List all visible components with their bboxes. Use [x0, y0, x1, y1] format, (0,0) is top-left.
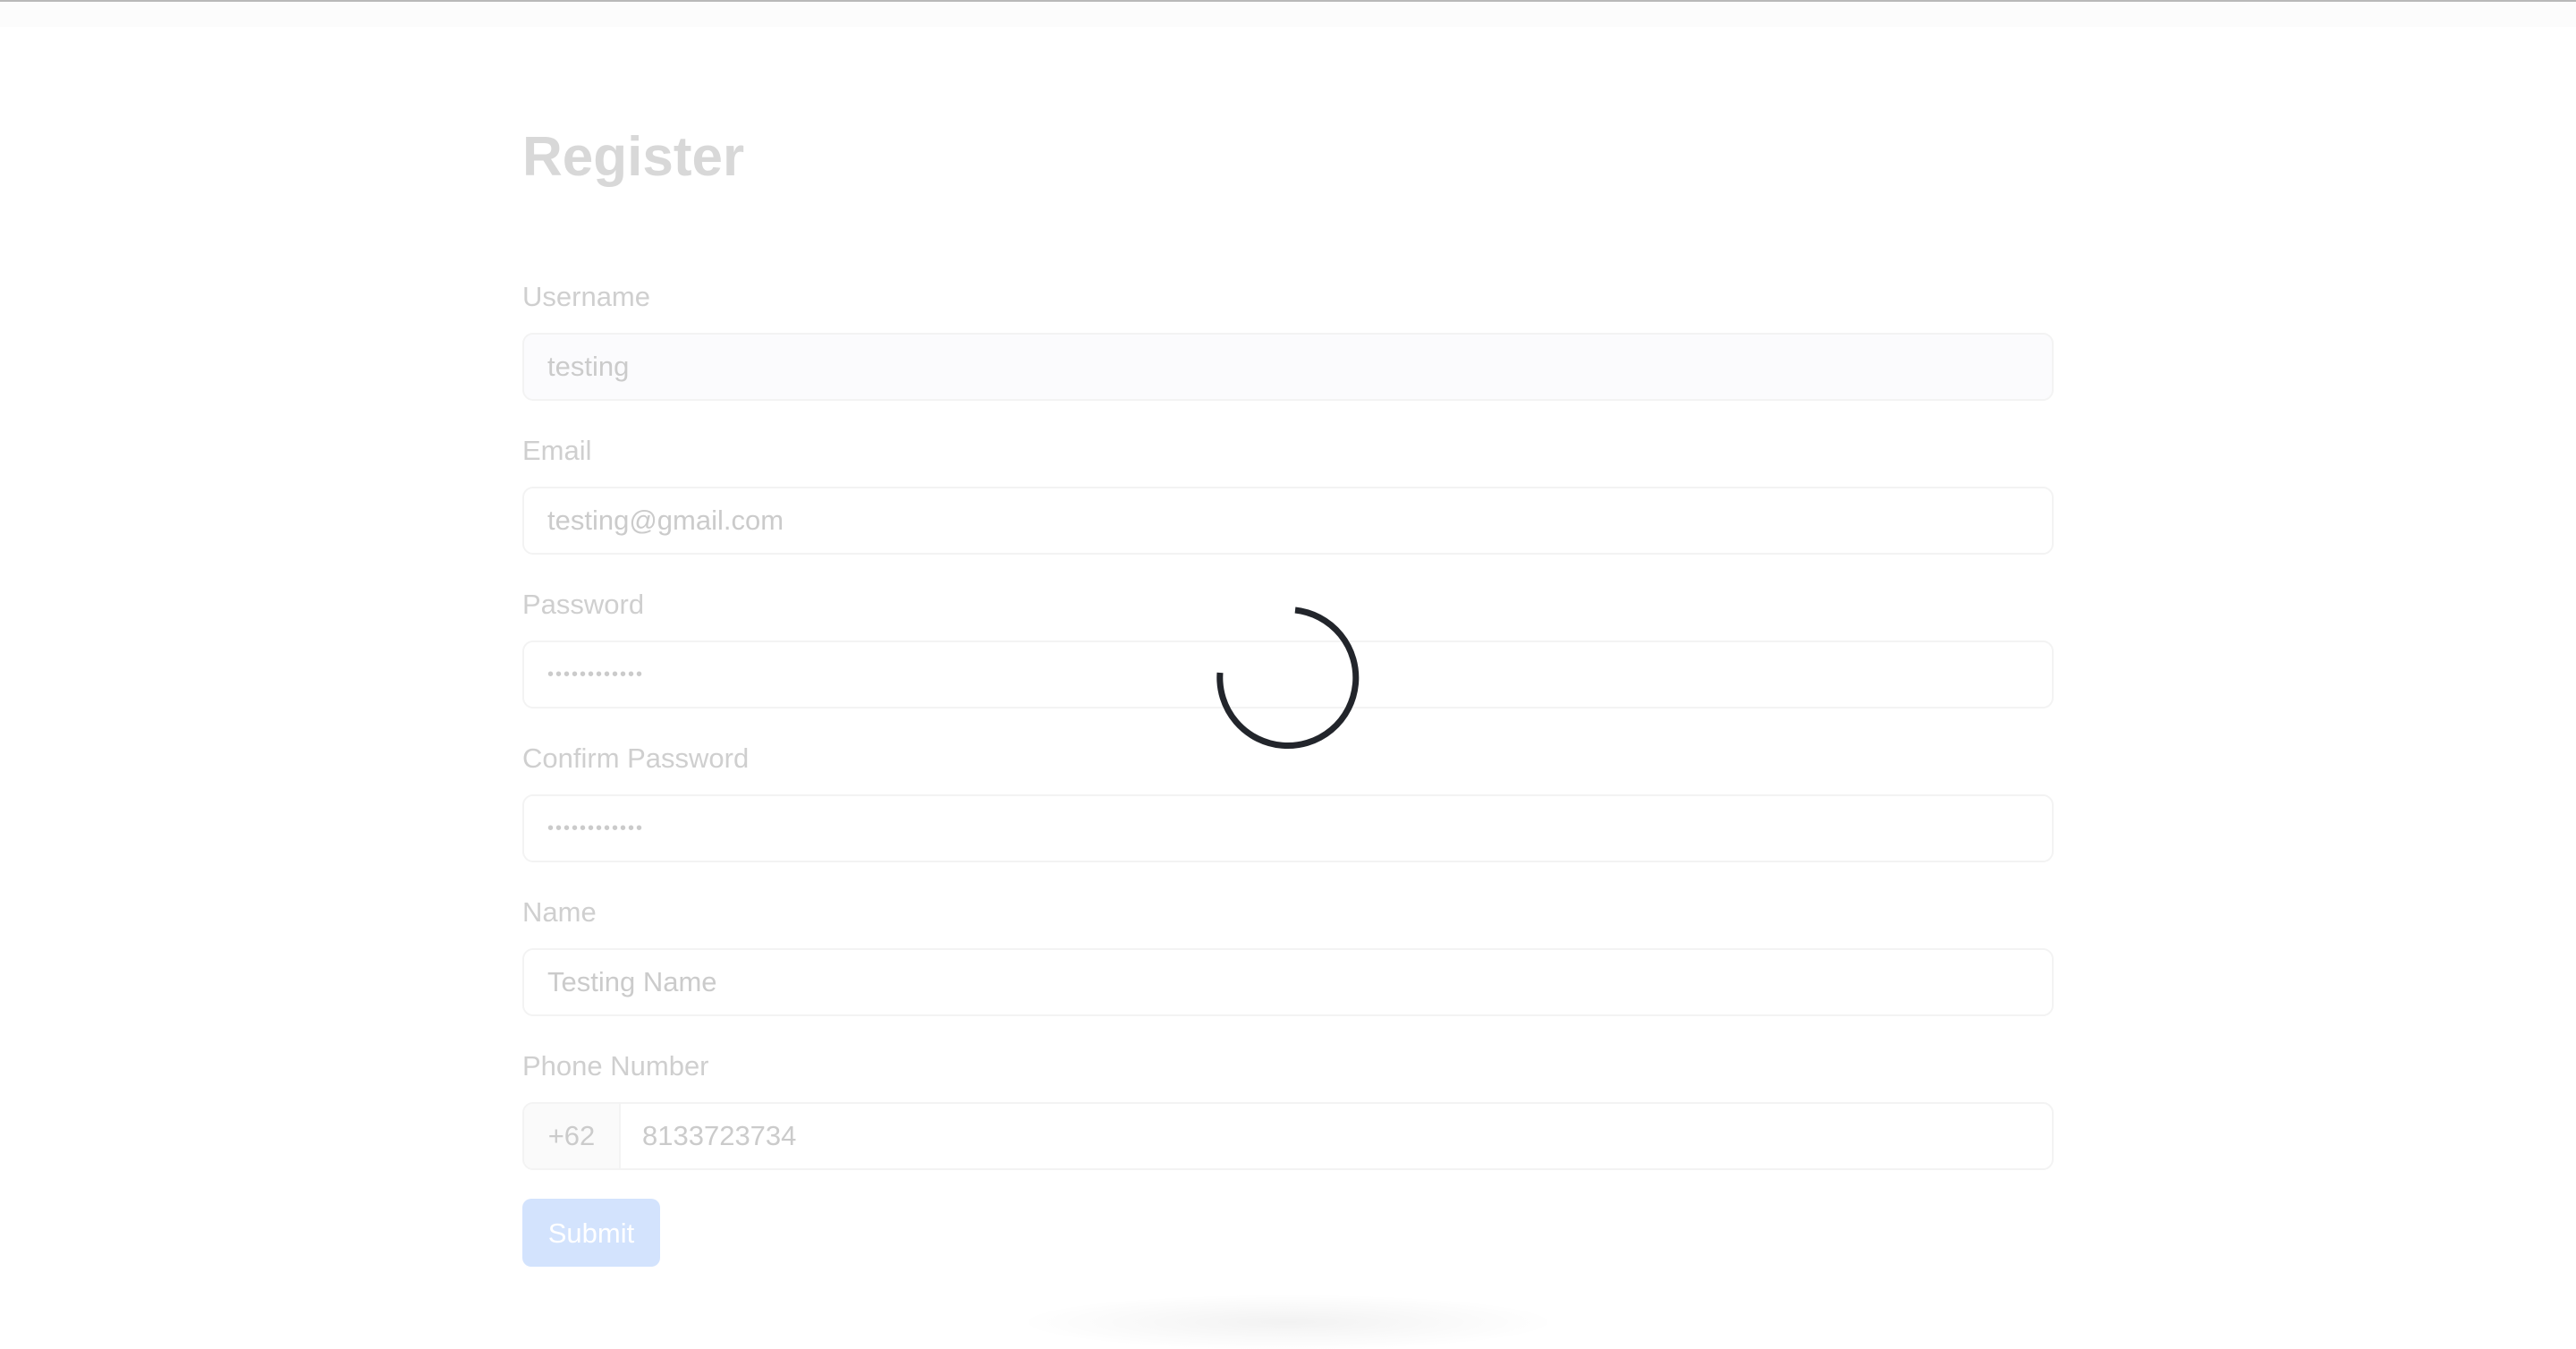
- loading-spinner-icon: [1216, 607, 1360, 750]
- top-bar: [0, 0, 2576, 27]
- email-label: Email: [522, 435, 592, 466]
- name-input[interactable]: Testing Name: [522, 948, 2054, 1016]
- page-title: Register: [522, 126, 745, 188]
- email-input[interactable]: testing@gmail.com: [522, 487, 2054, 555]
- name-label: Name: [522, 896, 597, 928]
- confirm-password-label: Confirm Password: [522, 742, 750, 774]
- submit-button[interactable]: Submit: [522, 1199, 660, 1267]
- phone-number-input[interactable]: 8133723734: [621, 1104, 2052, 1168]
- bottom-shadow: [1029, 1295, 1547, 1349]
- username-label: Username: [522, 281, 650, 312]
- username-input[interactable]: testing: [522, 333, 2054, 401]
- password-label: Password: [522, 589, 645, 620]
- phone-number-group: +62 8133723734: [522, 1102, 2054, 1170]
- confirm-password-input[interactable]: ••••••••••••: [522, 794, 2054, 862]
- phone-country-code[interactable]: +62: [524, 1104, 621, 1168]
- phone-number-label: Phone Number: [522, 1050, 709, 1082]
- top-bar-fragment: [150, 0, 186, 4]
